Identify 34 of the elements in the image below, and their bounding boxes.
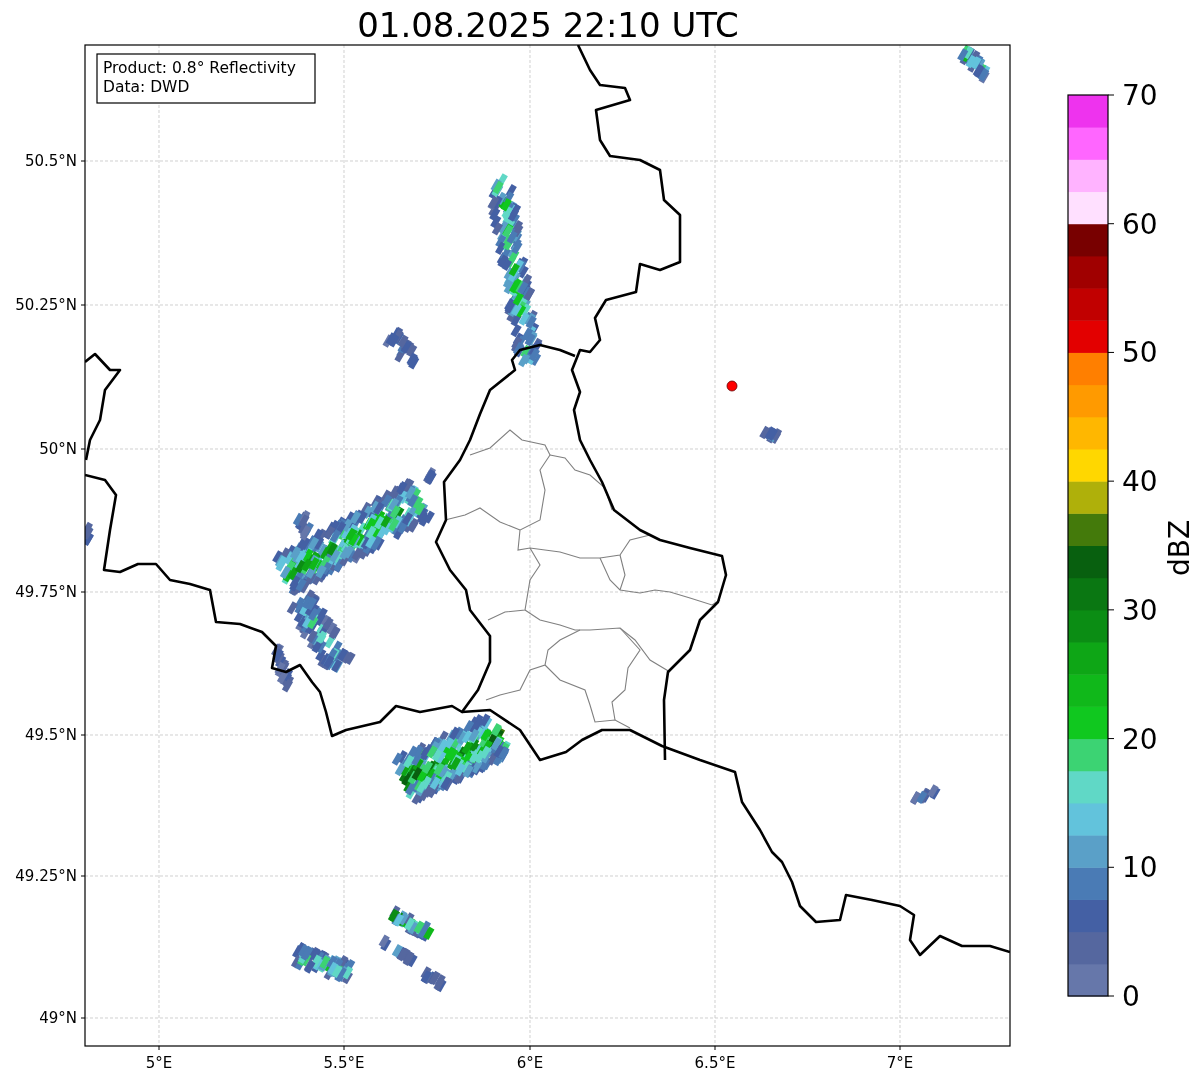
latitude-label: 50.25°N xyxy=(15,296,77,314)
latitude-label: 50°N xyxy=(39,440,77,458)
radar-echo xyxy=(387,905,435,942)
colorbar-label: 10 xyxy=(1122,851,1158,885)
longitude-label: 6°E xyxy=(516,1054,544,1072)
longitude-label: 5°E xyxy=(145,1054,173,1072)
colorbar-title: dBZ xyxy=(1163,519,1196,577)
colorbar-label: 30 xyxy=(1122,593,1158,627)
colorbar-label: 50 xyxy=(1122,336,1158,370)
radar-echo xyxy=(382,326,420,370)
latitude-label: 49°N xyxy=(39,1009,77,1027)
longitude-label: 7°E xyxy=(886,1054,914,1072)
radar-echo xyxy=(85,521,94,546)
latitude-label: 50.5°N xyxy=(24,152,77,170)
latitude-label: 49.5°N xyxy=(24,726,77,744)
latitude-label: 49.25°N xyxy=(15,867,77,885)
latitude-label: 49.75°N xyxy=(15,583,77,601)
longitude-label: 5.5°E xyxy=(323,1054,365,1072)
colorbar-label: 60 xyxy=(1122,207,1158,241)
radar-echo xyxy=(420,966,447,993)
map-title: 01.08.2025 22:10 UTC xyxy=(357,5,739,45)
radar-echo xyxy=(290,942,356,985)
colorbar-label: 40 xyxy=(1122,465,1158,499)
radar-echo xyxy=(957,45,991,84)
radar-echo xyxy=(759,425,783,445)
longitude-label: 6.5°E xyxy=(694,1054,736,1072)
info-text: Data: DWD xyxy=(103,78,190,96)
colorbar-label: 20 xyxy=(1122,722,1158,756)
radar-echo xyxy=(378,934,418,968)
colorbar-label: 70 xyxy=(1122,79,1158,112)
radar-echo xyxy=(910,784,941,805)
info-text: Product: 0.8° Reflectivity xyxy=(103,59,296,77)
colorbar-label: 0 xyxy=(1122,980,1140,1013)
location-marker xyxy=(726,380,738,392)
